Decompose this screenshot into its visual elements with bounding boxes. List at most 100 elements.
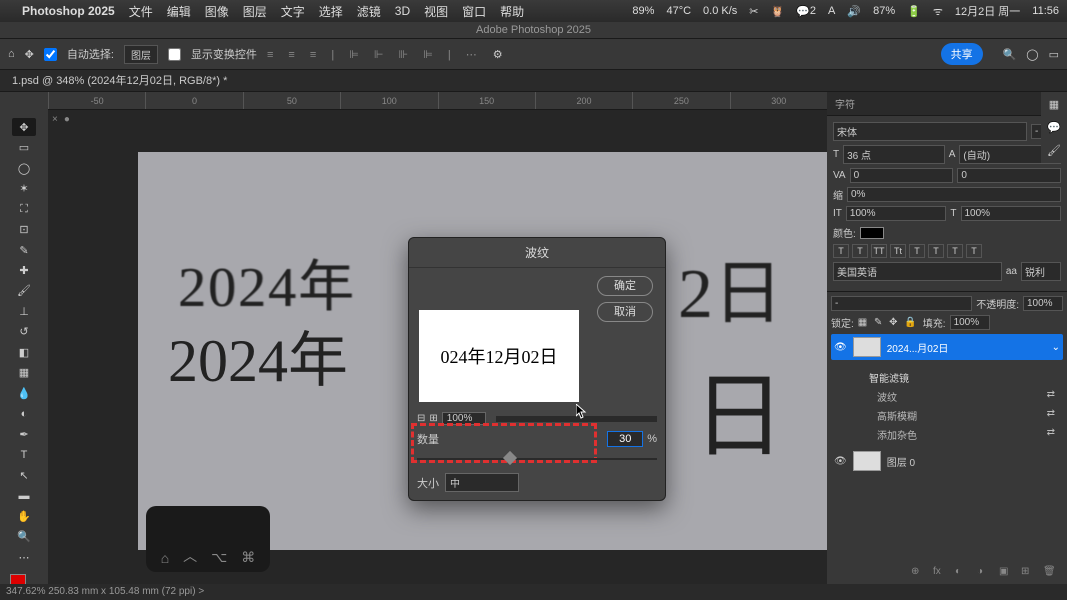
hscale-input[interactable]: 100% [961, 206, 1062, 221]
lock-icons[interactable]: ▦ ✎ ✥ 🔒 [858, 317, 919, 328]
super-icon[interactable]: T [909, 244, 925, 258]
text-color-swatch[interactable] [860, 227, 884, 239]
kerning-input[interactable]: 0 [957, 168, 1061, 183]
zoom-slider[interactable] [496, 416, 657, 422]
wifi-icon[interactable]: ᯤ [933, 4, 943, 19]
close-icon[interactable]: × [52, 114, 58, 125]
gear-icon[interactable]: ⚙ [493, 48, 503, 61]
strike-icon[interactable]: T [966, 244, 982, 258]
zoom-select[interactable]: 100% [442, 412, 486, 425]
zoom-out-icon[interactable]: ⊟ [417, 413, 425, 424]
blend-mode[interactable]: - [831, 296, 972, 311]
auto-select-target[interactable]: 图层 [124, 45, 158, 64]
blur-tool[interactable]: 💧 [12, 384, 36, 402]
amount-slider[interactable] [417, 453, 657, 465]
menu-type[interactable]: 文字 [281, 3, 305, 20]
menu-edit[interactable]: 编辑 [167, 3, 191, 20]
owl-icon[interactable]: 🦉 [771, 5, 785, 18]
search-icon[interactable]: 🔍 [1003, 48, 1017, 61]
a-icon[interactable]: A [828, 5, 835, 17]
slider-thumb[interactable] [503, 451, 517, 465]
fontsize-input[interactable]: 36 点 [843, 145, 945, 164]
filter-ripple[interactable]: 波纹 [877, 389, 897, 404]
amount-input[interactable] [607, 431, 643, 447]
trash-icon[interactable]: 🗑 [1043, 566, 1059, 580]
workspace-icon[interactable]: ▭ [1049, 48, 1059, 61]
layer-text[interactable]: 👁 2024...月02日 ⌄ [831, 334, 1063, 360]
cancel-button[interactable]: 取消 [597, 302, 653, 322]
menu-view[interactable]: 视图 [424, 3, 448, 20]
panel-icon-2[interactable]: 💬 [1047, 121, 1061, 134]
type-tool[interactable]: T [12, 446, 36, 464]
menu-date[interactable]: 12月2日 周一 [955, 3, 1020, 19]
lasso-tool[interactable]: ◯ [12, 159, 36, 177]
stamp-tool[interactable]: ⊥ [12, 302, 36, 320]
visibility-icon-2[interactable]: 👁 [834, 456, 847, 467]
history-brush[interactable]: ↺ [12, 323, 36, 341]
mask-icon[interactable]: ◐ [955, 566, 971, 580]
dot-icon[interactable]: ● [64, 114, 70, 125]
menu-3d[interactable]: 3D [395, 4, 410, 18]
volume-icon[interactable]: 🔊 [847, 5, 861, 18]
document-tab[interactable]: 1.psd @ 348% (2024年12月02日, RGB/8*) * [0, 70, 1067, 92]
scale-input[interactable]: 0% [847, 187, 1061, 202]
zoom-in-icon[interactable]: ⊞ [429, 413, 437, 424]
size-select[interactable]: 中 [445, 473, 519, 492]
zoom-tool[interactable]: 🔍 [12, 527, 36, 545]
filter-noise[interactable]: 添加杂色 [877, 427, 917, 442]
wechat-icon[interactable]: 💬 2 [796, 5, 816, 18]
opacity-input[interactable]: 100% [1023, 296, 1063, 311]
share-button[interactable]: 共享 [941, 43, 983, 65]
show-transform-check[interactable] [168, 48, 181, 61]
vscale-input[interactable]: 100% [846, 206, 947, 221]
italic-icon[interactable]: T [852, 244, 868, 258]
dodge-tool[interactable]: ◐ [12, 405, 36, 423]
aa-select[interactable]: 锐利 [1021, 262, 1061, 281]
up-tb-icon[interactable]: ︿ [183, 546, 197, 566]
filter-gauss[interactable]: 高斯模糊 [877, 408, 917, 423]
heal-tool[interactable]: ✚ [12, 261, 36, 279]
wand-tool[interactable]: ✶ [12, 179, 36, 197]
fx-icon[interactable]: fx [933, 566, 949, 580]
path-tool[interactable]: ↖ [12, 466, 36, 484]
move-tool[interactable]: ✥ [12, 118, 36, 136]
home-icon[interactable]: ⌂ [8, 48, 15, 60]
crop-tool[interactable]: ⛶ [12, 200, 36, 218]
ok-button[interactable]: 确定 [597, 276, 653, 296]
shape-tool[interactable]: ▬ [12, 486, 36, 504]
layer-bg[interactable]: 👁 图层 0 [831, 448, 1063, 474]
menu-window[interactable]: 窗口 [462, 3, 486, 20]
char-panel-tab[interactable]: 字符× [827, 92, 1067, 116]
home-tb-icon[interactable]: ⌂ [161, 550, 169, 566]
caps-icon[interactable]: TT [871, 244, 887, 258]
gradient-tool[interactable]: ▦ [12, 364, 36, 382]
filter-preview[interactable]: 024年12月02日 [419, 310, 579, 402]
scissors-icon[interactable]: ✂ [749, 5, 758, 18]
panel-icon-1[interactable]: ▦ [1049, 98, 1059, 111]
marquee-tool[interactable]: ▭ [12, 138, 36, 156]
pen-tool[interactable]: ✒ [12, 425, 36, 443]
menu-filter[interactable]: 滤镜 [357, 3, 381, 20]
app-name[interactable]: Photoshop 2025 [22, 4, 115, 18]
more-tools[interactable]: ⋯ [12, 548, 36, 566]
link-icon[interactable]: ⊕ [911, 566, 927, 580]
sub-icon[interactable]: T [928, 244, 944, 258]
menu-time[interactable]: 11:56 [1032, 5, 1059, 17]
fill-input[interactable]: 100% [950, 315, 990, 330]
frame-tool[interactable]: ⊡ [12, 220, 36, 238]
font-select[interactable]: 宋体 [833, 122, 1027, 141]
eyedropper-tool[interactable]: ✎ [12, 241, 36, 259]
help-icon[interactable]: ◯ [1026, 48, 1038, 61]
align-icons[interactable]: ≡ ≡ ≡ | ⊫ ⊩ ⊪ ⊫ | ⋯ [267, 48, 483, 61]
smallcaps-icon[interactable]: Tt [890, 244, 906, 258]
adjustment-icon[interactable]: ◑ [977, 566, 993, 580]
tracking-input[interactable]: 0 [850, 168, 954, 183]
menu-image[interactable]: 图像 [205, 3, 229, 20]
hand-tool[interactable]: ✋ [12, 507, 36, 525]
menu-select[interactable]: 选择 [319, 3, 343, 20]
new-layer-icon[interactable]: ⊞ [1021, 566, 1037, 580]
brush-tool[interactable]: 🖌 [12, 282, 36, 300]
move-tool-icon[interactable]: ✥ [25, 48, 34, 61]
auto-select-check[interactable] [44, 48, 57, 61]
eraser-tool[interactable]: ◧ [12, 343, 36, 361]
